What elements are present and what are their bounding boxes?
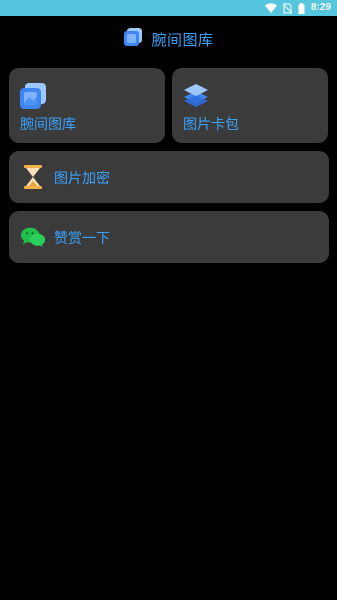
- layers-icon: [182, 82, 210, 110]
- card-pack-tile[interactable]: 图片卡包: [172, 68, 328, 143]
- gallery-label: 腕间图库: [20, 117, 76, 133]
- wechat-icon: [20, 224, 46, 250]
- gallery-icon: [123, 27, 143, 51]
- gallery-tile[interactable]: 腕间图库: [9, 68, 165, 143]
- status-bar: 8:29: [0, 0, 337, 16]
- app-header: 腕间图库: [0, 22, 337, 56]
- app-title: 腕间图库: [151, 30, 214, 49]
- card-pack-label: 图片卡包: [183, 117, 239, 133]
- encrypt-label: 图片加密: [54, 171, 110, 187]
- no-sim-icon: [282, 3, 292, 14]
- wifi-icon: [264, 3, 277, 13]
- reward-tile[interactable]: 赞赏一下: [9, 211, 329, 263]
- status-time: 8:29: [310, 2, 331, 13]
- reward-label: 赞赏一下: [54, 231, 110, 247]
- gallery-icon: [19, 82, 47, 110]
- battery-icon: [298, 2, 305, 14]
- hourglass-icon: [20, 164, 46, 190]
- encrypt-tile[interactable]: 图片加密: [9, 151, 329, 203]
